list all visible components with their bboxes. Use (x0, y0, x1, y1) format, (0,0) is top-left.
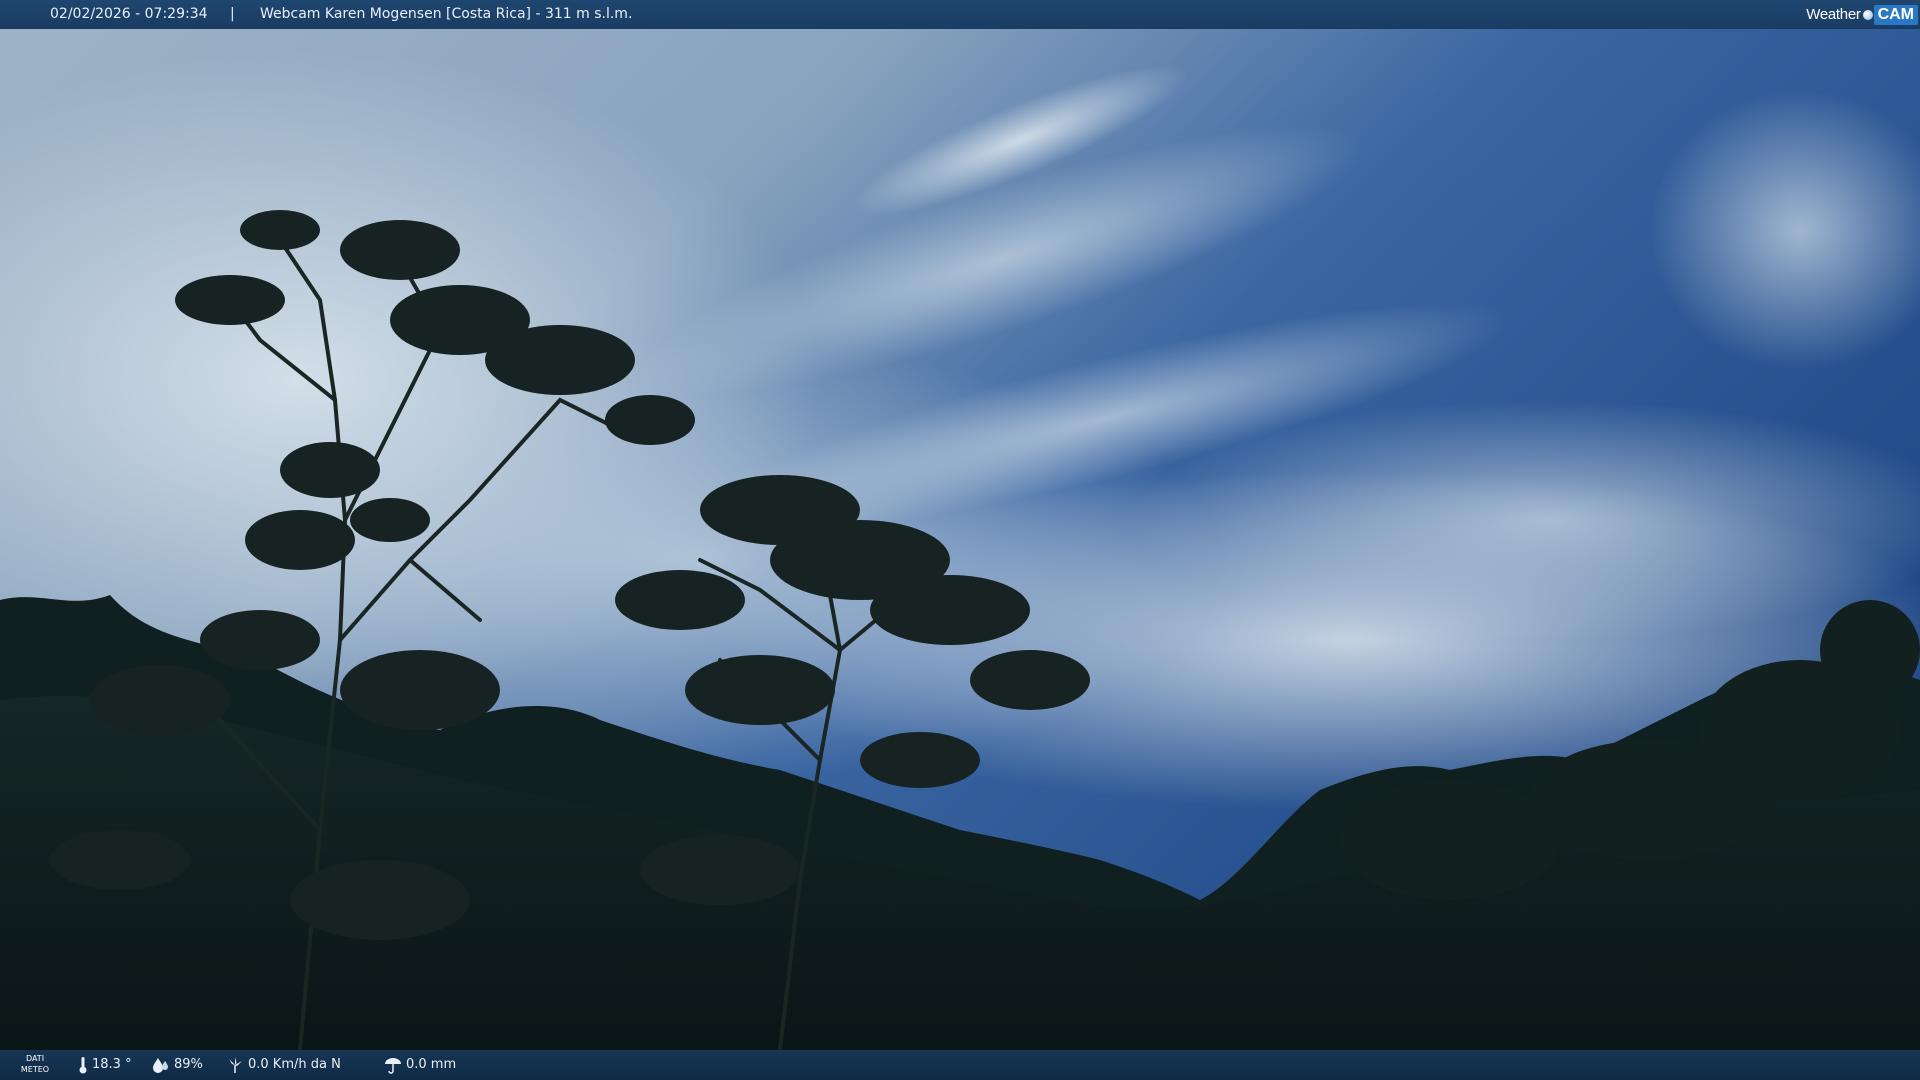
wind-icon (229, 1057, 242, 1073)
logo-weather-text: Weather (1806, 6, 1861, 23)
webcam-title: Webcam Karen Mogensen [Costa Rica] - 311… (260, 6, 633, 22)
humidity-value: 89% (174, 1057, 203, 1072)
temperature-item: 18.3 ° (78, 1050, 132, 1080)
separator: | (230, 6, 235, 22)
webcam-frame: 02/02/2026 - 07:29:34 | Webcam Karen Mog… (0, 0, 1920, 1080)
logo-cam-text: CAM (1873, 4, 1918, 25)
dati-meteo-label: DATI METEO (20, 1053, 50, 1075)
webcam-image (0, 0, 1920, 1080)
humidity-item: 89% (152, 1050, 203, 1080)
weathercam-logo: Weather CAM (1806, 2, 1918, 27)
logo-dot-icon (1862, 9, 1873, 20)
dati-label-line2: METEO (20, 1065, 50, 1074)
dati-label-line1: DATI (25, 1054, 45, 1063)
rain-item: 0.0 mm (384, 1050, 456, 1080)
rain-icon (385, 1058, 401, 1074)
humidity-icon (153, 1058, 168, 1073)
wind-value: 0.0 Km/h da N (248, 1057, 341, 1072)
timestamp: 02/02/2026 - 07:29:34 (50, 6, 208, 22)
wind-item: 0.0 Km/h da N (226, 1050, 341, 1080)
top-info-bar: 02/02/2026 - 07:29:34 | Webcam Karen Mog… (0, 0, 1920, 29)
temperature-value: 18.3 ° (92, 1057, 132, 1072)
thermometer-icon (79, 1057, 87, 1074)
weather-data-bar: DATI METEO 18.3 ° 89% 0.0 Km/h da N 0.0 … (0, 1050, 1920, 1080)
rain-value: 0.0 mm (406, 1057, 457, 1072)
